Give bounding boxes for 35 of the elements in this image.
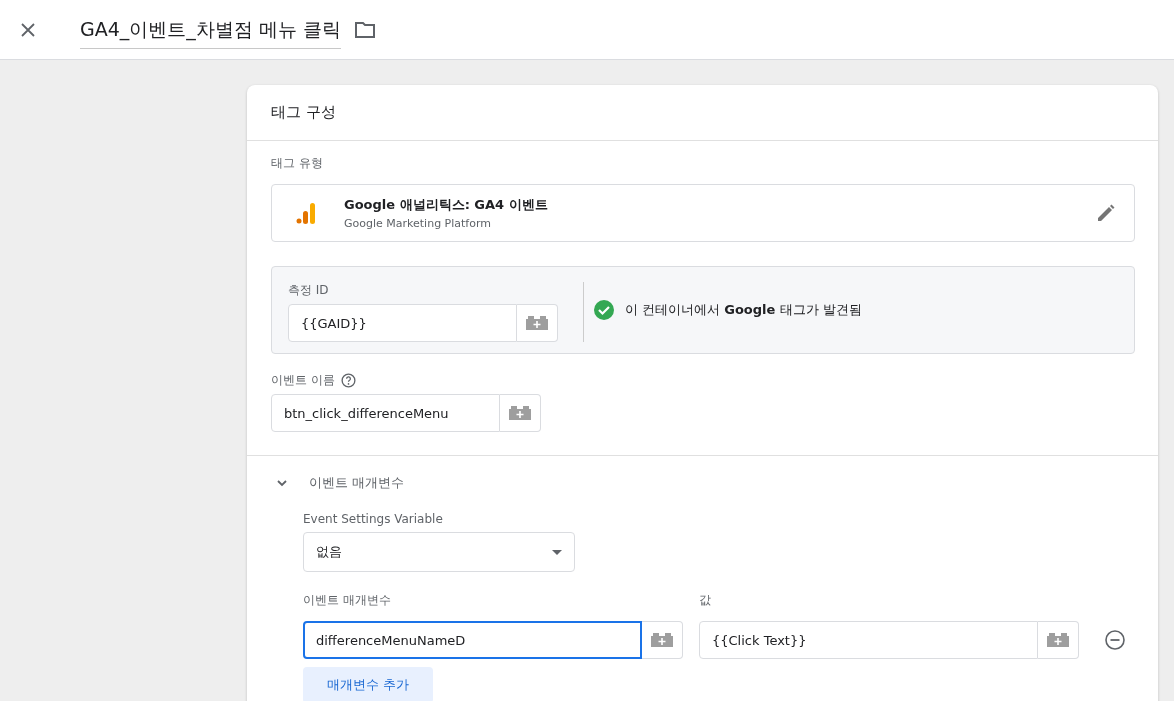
variable-icon: [651, 633, 673, 647]
tag-type-name: Google 애널리틱스: GA4 이벤트: [344, 196, 549, 214]
tag-name-field[interactable]: GA4_이벤트_차별점 메뉴 클릭: [80, 10, 341, 49]
check-circle-icon: [594, 300, 614, 320]
card-title: 태그 구성: [271, 103, 336, 122]
settings-variable-dropdown[interactable]: 없음: [303, 532, 575, 572]
help-icon[interactable]: [340, 373, 356, 388]
variable-button[interactable]: [500, 394, 541, 432]
dropdown-arrow-icon: [552, 549, 562, 555]
measurement-id-label: 측정 ID: [288, 282, 330, 299]
variable-button[interactable]: [517, 304, 558, 342]
tag-type-box[interactable]: Google 애널리틱스: GA4 이벤트 Google Marketing Platform: [271, 184, 1135, 242]
measurement-id-field[interactable]: {{GAID}}: [288, 304, 517, 342]
variable-icon: [509, 406, 531, 420]
tag-type-vendor: Google Marketing Platform: [344, 217, 492, 230]
tag-type-label: 태그 유형: [271, 155, 324, 172]
section-title[interactable]: 이벤트 매개변수: [309, 474, 405, 492]
event-name-label: 이벤트 이름: [271, 372, 335, 389]
add-parameter-button[interactable]: 매개변수 추가: [303, 667, 434, 701]
parameter-value-field[interactable]: {{Click Text}}: [699, 621, 1038, 659]
remove-icon[interactable]: [1104, 629, 1126, 651]
pencil-icon[interactable]: [1096, 203, 1116, 223]
variable-icon: [1047, 633, 1069, 647]
analytics-bars-icon: [294, 201, 318, 225]
variable-icon: [526, 316, 548, 330]
parameter-name-label: 이벤트 매개변수: [303, 592, 392, 609]
close-icon[interactable]: [19, 20, 37, 39]
settings-variable-label: Event Settings Variable: [303, 512, 444, 526]
parameter-name-field[interactable]: differenceMenuNameD: [303, 621, 642, 659]
parameter-value-label: 값: [699, 592, 711, 609]
variable-button[interactable]: [1038, 621, 1079, 659]
folder-icon[interactable]: [353, 19, 376, 40]
event-name-field[interactable]: btn_click_differenceMenu: [271, 394, 500, 432]
status-text: 이 컨테이너에서 Google 태그가 발견됨: [625, 301, 862, 319]
variable-button[interactable]: [642, 621, 683, 659]
